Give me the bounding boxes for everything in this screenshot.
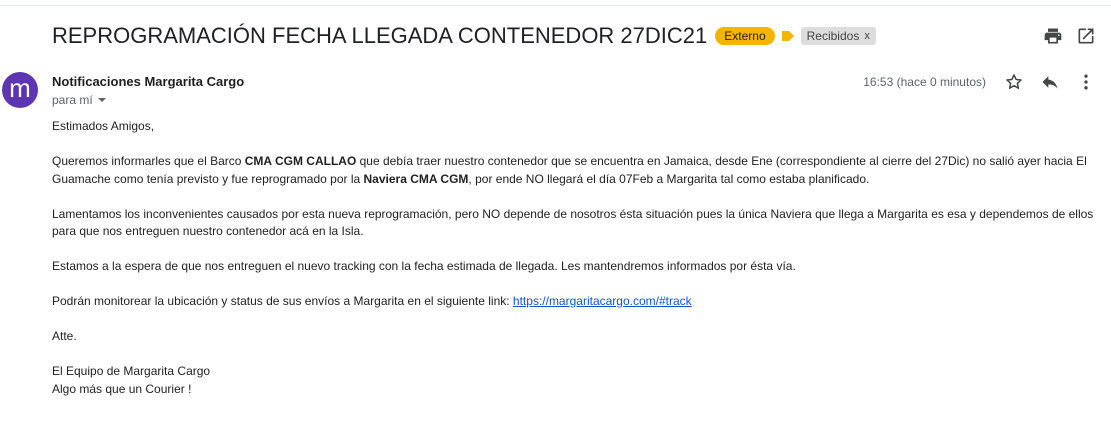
ship-name: CMA CGM CALLAO bbox=[244, 154, 357, 168]
greeting: Estimados Amigos, bbox=[52, 119, 155, 133]
sender-name[interactable]: Notificaciones Margarita Cargo bbox=[52, 74, 244, 89]
top-divider bbox=[0, 5, 1111, 6]
subject-row: REPROGRAMACIÓN FECHA LLEGADA CONTENEDOR … bbox=[52, 22, 876, 50]
star-icon[interactable] bbox=[1004, 72, 1024, 92]
remove-label-button[interactable]: x bbox=[864, 29, 870, 43]
recipient-details-toggle[interactable]: para mí bbox=[52, 93, 107, 107]
tracking-link[interactable]: https://margaritacargo.com/#track bbox=[513, 294, 692, 308]
open-in-new-window-icon[interactable] bbox=[1076, 26, 1096, 46]
more-vertical-icon[interactable] bbox=[1076, 72, 1096, 92]
email-body: Estimados Amigos, Queremos informarles q… bbox=[52, 118, 1102, 416]
p4-text: Podrán monitorear la ubicación y status … bbox=[52, 294, 513, 308]
p1-text-e: , por ende NO llegará el día 07Feb a Mar… bbox=[468, 171, 870, 186]
timestamp: 16:53 (hace 0 minutos) bbox=[863, 75, 986, 89]
shipping-line-name: Naviera CMA CGM bbox=[363, 171, 469, 186]
inbox-label-text: Recibidos bbox=[806, 29, 860, 43]
recipient-text: para mí bbox=[52, 93, 93, 107]
signature-line-1: El Equipo de Margarita Cargo bbox=[52, 364, 211, 378]
reply-icon[interactable] bbox=[1040, 72, 1060, 92]
paragraph-3: Estamos a la espera de que nos entreguen… bbox=[52, 259, 796, 273]
print-icon[interactable] bbox=[1043, 26, 1063, 46]
inbox-label[interactable]: Recibidos x bbox=[800, 27, 876, 45]
chevron-down-icon bbox=[97, 98, 106, 102]
email-subject: REPROGRAMACIÓN FECHA LLEGADA CONTENEDOR … bbox=[52, 23, 708, 48]
external-badge: Externo bbox=[715, 27, 775, 45]
avatar: m bbox=[2, 72, 38, 108]
paragraph-2: Lamentamos los inconvenientes causados p… bbox=[52, 206, 1094, 239]
closing: Atte. bbox=[52, 329, 77, 343]
signature: El Equipo de Margarita Cargo Algo más qu… bbox=[52, 363, 1102, 398]
paragraph-1: Queremos informarles que el Barco CMA CG… bbox=[52, 153, 1102, 188]
signature-line-2: Algo más que un Courier ! bbox=[52, 381, 192, 396]
p1-text-a: Queremos informarles que el Barco bbox=[52, 154, 245, 168]
paragraph-4: Podrán monitorear la ubicación y status … bbox=[52, 293, 1102, 311]
label-arrow-icon bbox=[781, 31, 794, 41]
